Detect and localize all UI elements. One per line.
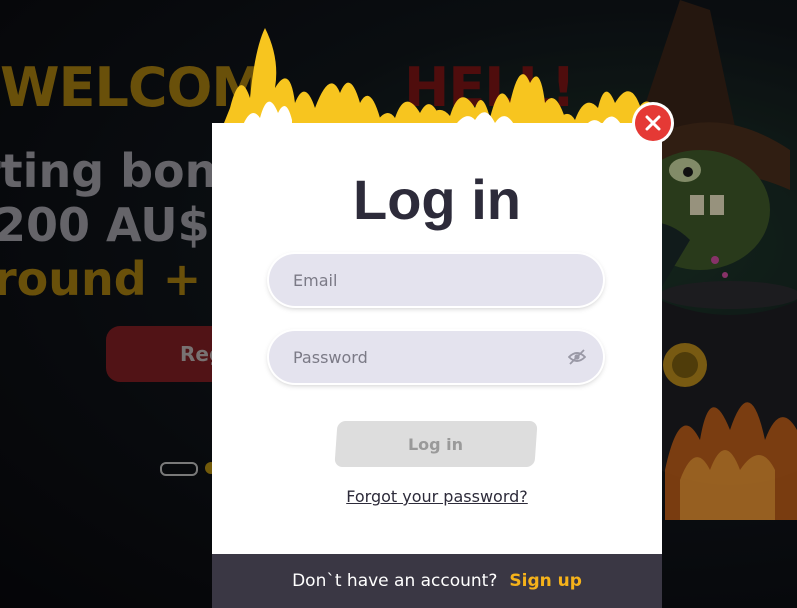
footer-text: Don`t have an account? (292, 571, 498, 591)
login-button-label: Log in (408, 434, 464, 454)
close-button[interactable] (635, 105, 671, 141)
password-input[interactable] (269, 331, 603, 383)
login-modal: Log in Log in Forgot your password? Don`… (212, 123, 662, 608)
eye-off-icon[interactable] (568, 349, 586, 365)
modal-title: Log in (353, 168, 521, 231)
login-button[interactable]: Log in (334, 421, 538, 467)
flames-decoration (220, 28, 660, 133)
forgot-password-link[interactable]: Forgot your password? (212, 487, 662, 506)
modal-footer: Don`t have an account? Sign up (212, 554, 662, 608)
signup-link[interactable]: Sign up (509, 571, 582, 591)
close-icon (645, 115, 661, 131)
email-input[interactable] (269, 254, 603, 306)
